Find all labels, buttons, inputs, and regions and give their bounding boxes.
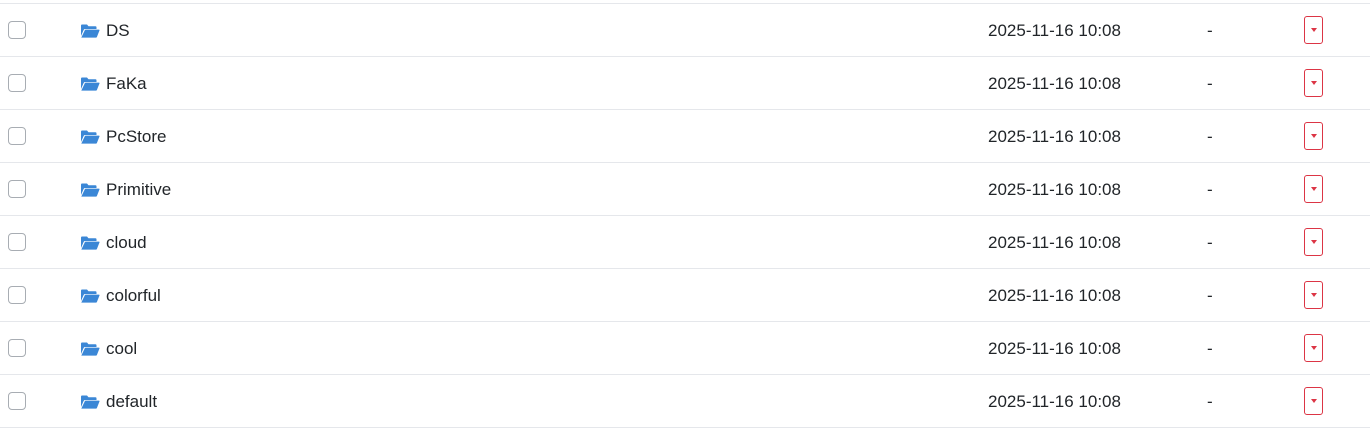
- row-checkbox[interactable]: [8, 392, 26, 410]
- actions-dropdown-button[interactable]: [1304, 16, 1323, 44]
- row-checkbox[interactable]: [8, 180, 26, 198]
- caret-down-icon: [1310, 346, 1317, 350]
- row-checkbox[interactable]: [8, 74, 26, 92]
- table-row: FaKa 2025-11-16 10:08 -: [0, 57, 1370, 110]
- file-size: -: [1207, 338, 1213, 358]
- folder-link[interactable]: PcStore: [80, 110, 166, 163]
- table-row: PcStore 2025-11-16 10:08 -: [0, 110, 1370, 163]
- modified-date: 2025-11-16 10:08: [988, 179, 1121, 199]
- folder-link[interactable]: Primitive: [80, 163, 171, 216]
- actions-dropdown-button[interactable]: [1304, 122, 1323, 150]
- folder-open-icon: [81, 183, 100, 197]
- folder-name: default: [106, 392, 158, 411]
- actions-dropdown-button[interactable]: [1304, 334, 1323, 362]
- caret-down-icon: [1310, 81, 1317, 85]
- modified-date: 2025-11-16 10:08: [988, 126, 1121, 146]
- caret-down-icon: [1310, 28, 1317, 32]
- actions-dropdown-button[interactable]: [1304, 175, 1323, 203]
- modified-date: 2025-11-16 10:08: [988, 391, 1121, 411]
- folder-open-icon: [81, 289, 100, 303]
- table-row: Primitive 2025-11-16 10:08 -: [0, 163, 1370, 216]
- actions-dropdown-button[interactable]: [1304, 387, 1323, 415]
- caret-down-icon: [1310, 399, 1317, 403]
- modified-date: 2025-11-16 10:08: [988, 338, 1121, 358]
- file-size: -: [1207, 73, 1213, 93]
- file-size: -: [1207, 285, 1213, 305]
- caret-down-icon: [1310, 187, 1317, 191]
- table-row: cloud 2025-11-16 10:08 -: [0, 216, 1370, 269]
- modified-date: 2025-11-16 10:08: [988, 232, 1121, 252]
- table-row: default 2025-11-16 10:08 -: [0, 375, 1370, 428]
- folder-open-icon: [81, 24, 100, 38]
- table-row: DS 2025-11-16 10:08 -: [0, 4, 1370, 57]
- folder-name: Primitive: [106, 180, 172, 199]
- caret-down-icon: [1310, 134, 1317, 138]
- actions-dropdown-button[interactable]: [1304, 69, 1323, 97]
- actions-dropdown-button[interactable]: [1304, 281, 1323, 309]
- folder-link[interactable]: cool: [80, 322, 137, 375]
- file-size: -: [1207, 232, 1213, 252]
- row-checkbox[interactable]: [8, 286, 26, 304]
- folder-open-icon: [81, 395, 100, 409]
- file-size: -: [1207, 391, 1213, 411]
- caret-down-icon: [1310, 240, 1317, 244]
- table-row: cool 2025-11-16 10:08 -: [0, 322, 1370, 375]
- row-checkbox[interactable]: [8, 21, 26, 39]
- modified-date: 2025-11-16 10:08: [988, 285, 1121, 305]
- file-size: -: [1207, 126, 1213, 146]
- folder-link[interactable]: colorful: [80, 269, 161, 322]
- folder-link[interactable]: DS: [80, 4, 130, 57]
- file-size: -: [1207, 179, 1213, 199]
- modified-date: 2025-11-16 10:08: [988, 73, 1121, 93]
- caret-down-icon: [1310, 293, 1317, 297]
- folder-open-icon: [81, 77, 100, 91]
- modified-date: 2025-11-16 10:08: [988, 20, 1121, 40]
- folder-name: colorful: [106, 286, 161, 305]
- folder-link[interactable]: default: [80, 375, 157, 428]
- folder-name: PcStore: [106, 127, 167, 146]
- actions-dropdown-button[interactable]: [1304, 228, 1323, 256]
- row-checkbox[interactable]: [8, 339, 26, 357]
- folder-name: cloud: [106, 233, 147, 252]
- folder-name: cool: [106, 339, 138, 358]
- folder-link[interactable]: FaKa: [80, 57, 147, 110]
- folder-name: DS: [106, 21, 130, 40]
- folder-name: FaKa: [106, 74, 147, 93]
- folder-open-icon: [81, 342, 100, 356]
- file-size: -: [1207, 20, 1213, 40]
- folder-open-icon: [81, 236, 100, 250]
- file-list-table: DS 2025-11-16 10:08 - FaKa 2025-11-16 10…: [0, 3, 1370, 428]
- folder-open-icon: [81, 130, 100, 144]
- row-checkbox[interactable]: [8, 127, 26, 145]
- table-row: colorful 2025-11-16 10:08 -: [0, 269, 1370, 322]
- folder-link[interactable]: cloud: [80, 216, 147, 269]
- row-checkbox[interactable]: [8, 233, 26, 251]
